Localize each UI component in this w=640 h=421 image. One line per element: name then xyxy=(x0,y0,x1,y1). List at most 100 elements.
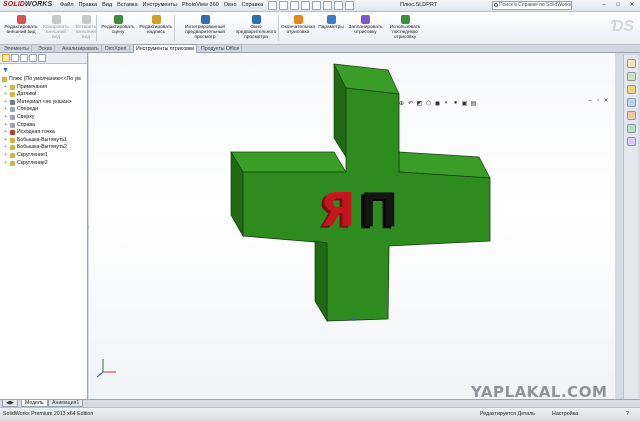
tree-item[interactable]: + Примечания xyxy=(2,84,88,92)
expand-icon[interactable]: + xyxy=(4,99,7,107)
tab-model[interactable]: Модель xyxy=(21,400,48,407)
ribbon-button-integrated-preview[interactable]: Интегрированный предварительный просмотр xyxy=(178,15,232,41)
tree-item[interactable]: + Справа xyxy=(2,122,88,130)
maximize-icon[interactable]: □ xyxy=(612,1,624,10)
save-icon[interactable] xyxy=(290,1,299,10)
tab-1[interactable]: Эскиз xyxy=(36,45,55,53)
expand-icon[interactable]: + xyxy=(4,106,7,114)
tab-3[interactable]: DimXpert xyxy=(103,45,130,53)
tree-item-label: Скругление2 xyxy=(17,159,48,166)
tree-item[interactable]: + Исходная точка xyxy=(2,129,88,137)
tree-root-label: Плюс (По умолчанию<<По ум xyxy=(9,76,81,82)
menu-bar: Файл Правка Вид Вставка Инструменты PhotoView… xyxy=(60,2,263,8)
ribbon-button-preview-window[interactable]: Окно предварительного просмотра xyxy=(232,15,280,41)
ribbon-button-final-render[interactable]: Окончательная отрисовка xyxy=(280,15,316,35)
ribbon-button-copy-appearance[interactable]: Копировать внешний вид xyxy=(40,15,72,41)
status-edition: SolidWorks Premium 2013 x64 Edition xyxy=(3,411,94,417)
rebuild-icon[interactable] xyxy=(334,1,343,10)
expand-icon[interactable]: + xyxy=(4,137,7,145)
copy-appearance-icon xyxy=(51,15,61,24)
menu-item[interactable]: Файл xyxy=(60,2,74,8)
ribbon-button-label: Редактировать надпись xyxy=(139,25,173,36)
status-custom[interactable]: Настройка xyxy=(552,411,578,417)
custom-properties-icon[interactable] xyxy=(626,137,636,146)
part-icon xyxy=(2,77,7,82)
feature-manager-panel: ▼ Плюс (По умолчанию<<По ум + Примечания + Д… xyxy=(0,53,88,399)
help-search-input[interactable]: Поиск в Справке по SolidWorks xyxy=(492,1,572,10)
close-icon[interactable]: ✕ xyxy=(626,1,638,10)
filter-icon[interactable]: ▼ xyxy=(2,67,9,74)
search-icon xyxy=(494,3,498,7)
graphics-area[interactable]: ⌕ ⊕ ↶ ◩ ⬡ ◼ ◐ ● ▣ ▤ – ▫ ✕ Я Я П П xyxy=(89,53,615,399)
tree-item[interactable]: + Бобышка-Вытянуть2 xyxy=(2,144,88,152)
menu-item[interactable]: Правка xyxy=(79,2,98,8)
display-manager-tab-icon[interactable] xyxy=(38,54,46,62)
resources-icon[interactable] xyxy=(626,59,636,68)
plane-right-icon xyxy=(10,122,15,128)
tab-0[interactable]: Элементы xyxy=(2,45,32,53)
select-icon[interactable] xyxy=(323,1,332,10)
tab-animation[interactable]: Анимация1 xyxy=(48,400,84,407)
tree-item-label: Примечания xyxy=(17,83,47,90)
ribbon-button-schedule-render[interactable]: Запланировать отрисовку xyxy=(346,15,385,35)
ribbon-button-label: Использовать последнюю отрисовку xyxy=(389,25,421,41)
design-library-icon[interactable] xyxy=(626,72,636,81)
expand-icon[interactable]: + xyxy=(4,122,7,130)
feature-tree-tab-icon[interactable] xyxy=(2,54,10,62)
help-icon[interactable]: ? xyxy=(626,411,629,417)
tree-item-label: Датчики xyxy=(17,91,37,98)
appearances-scenes-icon[interactable] xyxy=(626,124,636,133)
view-palette-icon[interactable] xyxy=(626,111,636,120)
configuration-manager-tab-icon[interactable] xyxy=(20,54,28,62)
tab-4[interactable]: Инструменты отрисовки xyxy=(133,44,198,53)
undo-icon[interactable] xyxy=(312,1,321,10)
ribbon-button-appearance[interactable]: Редактировать внешний вид xyxy=(2,15,40,35)
expand-icon[interactable]: + xyxy=(4,144,7,152)
watermark: YAPLAKAL.COM xyxy=(471,383,608,401)
file-explorer-icon[interactable] xyxy=(626,85,636,94)
command-manager-ribbon: ƊS Редактировать внешний вид Копировать в… xyxy=(0,12,640,45)
print-icon[interactable] xyxy=(301,1,310,10)
ribbon-button-scene[interactable]: Редактировать сцену xyxy=(100,15,136,35)
tab-5[interactable]: Продукты Office xyxy=(199,45,243,53)
options-icon xyxy=(326,15,336,24)
tree-item[interactable]: + Спереди xyxy=(2,106,88,114)
menu-item[interactable]: Вставка xyxy=(117,2,137,8)
extrude-icon xyxy=(10,137,15,143)
tree-item-label: Исходная точка xyxy=(17,129,55,136)
expand-icon[interactable]: + xyxy=(4,152,7,160)
menu-item[interactable]: Окно xyxy=(224,2,237,8)
expand-icon[interactable]: + xyxy=(4,160,7,168)
menu-item[interactable]: Справка xyxy=(242,2,264,8)
tree-item[interactable]: + Бобышка-Вытянуть1 xyxy=(2,137,88,145)
tree-item[interactable]: + Материал <не указан> xyxy=(2,99,88,107)
tree-root[interactable]: Плюс (По умолчанию<<По ум xyxy=(2,76,88,84)
ribbon-button-options[interactable]: Параметры xyxy=(316,15,346,30)
property-manager-tab-icon[interactable] xyxy=(11,54,19,62)
tree-item[interactable]: + Сверху xyxy=(2,114,88,122)
open-icon[interactable] xyxy=(279,1,288,10)
tree-item[interactable]: + Датчики xyxy=(2,91,88,99)
ribbon-button-label: Редактировать внешний вид xyxy=(4,25,38,36)
expand-icon[interactable]: + xyxy=(4,91,7,99)
solidworks-logo[interactable]: SOLIDWORKS xyxy=(3,1,52,8)
tab-scroll-icon[interactable]: ◀▶ xyxy=(2,400,18,407)
expand-icon[interactable]: + xyxy=(4,129,7,137)
expand-icon[interactable]: + xyxy=(4,114,7,122)
ribbon-button-recall-render[interactable]: Использовать последнюю отрисовку xyxy=(385,15,425,41)
fillet-icon xyxy=(10,160,15,166)
tree-item[interactable]: + Скругление2 xyxy=(2,160,88,168)
search-results-icon[interactable] xyxy=(626,98,636,107)
ribbon-button-decal[interactable]: Редактировать надпись xyxy=(136,15,176,35)
ribbon-button-label: Копировать внешний вид xyxy=(43,25,69,41)
tab-2[interactable]: Анализировать xyxy=(60,45,102,53)
options-icon[interactable] xyxy=(345,1,354,10)
minimize-icon[interactable]: – xyxy=(598,1,610,10)
menu-item[interactable]: Вид xyxy=(102,2,112,8)
menu-item[interactable]: Инструменты xyxy=(143,2,177,8)
new-icon[interactable] xyxy=(268,1,277,10)
dimxpert-tab-icon[interactable] xyxy=(29,54,37,62)
menu-item[interactable]: PhotoView 360 xyxy=(182,2,219,8)
tree-item[interactable]: + Скругление1 xyxy=(2,152,88,160)
expand-icon[interactable]: + xyxy=(4,84,7,92)
